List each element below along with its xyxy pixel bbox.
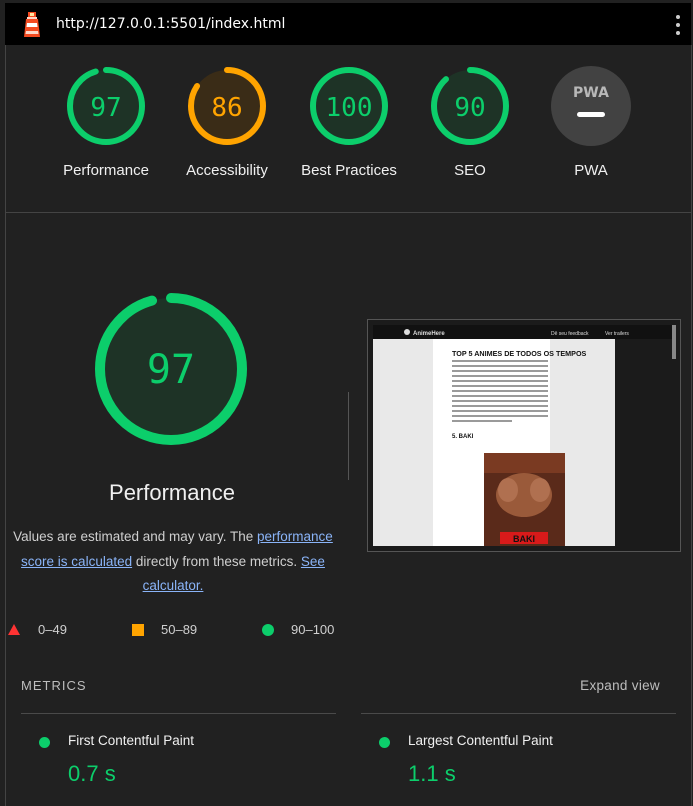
gauge-label: Accessibility (186, 162, 268, 179)
vertical-separator (348, 392, 349, 480)
desc-text-2: directly from these metrics. (132, 553, 301, 569)
pwa-dash-icon (577, 112, 605, 117)
gauge-performance[interactable]: 97 Performance (46, 66, 166, 179)
site-name: AnimeHere (413, 331, 445, 337)
page-screenshot-thumbnail[interactable]: AnimeHere Dê seu feedback Ver trailers T… (367, 319, 681, 552)
expand-view-button[interactable]: Expand view (580, 678, 660, 693)
metric-value: 0.7 s (68, 761, 116, 786)
legend-average-label: 50–89 (161, 622, 198, 637)
average-square-icon (132, 623, 144, 636)
gauge-score: 100 (326, 93, 373, 123)
gauge-seo[interactable]: 90 SEO (410, 66, 530, 179)
site-nav-feedback: Dê seu feedback (551, 331, 589, 337)
site-heading: TOP 5 ANIMES DE TODOS OS TEMPOS (452, 349, 587, 358)
section-divider (6, 212, 692, 213)
performance-main-gauge: 97 (95, 293, 247, 445)
legend-pass-label: 90–100 (291, 622, 335, 637)
score-legend: 0–49 50–89 90–100 (0, 622, 693, 642)
kebab-menu-icon[interactable] (675, 15, 681, 35)
metric-value: 1.1 s (408, 761, 456, 786)
url-text[interactable]: http://127.0.0.1:5501/index.html (56, 16, 285, 32)
gauge-ring: 86 (188, 67, 266, 145)
desc-text: Values are estimated and may vary. The (13, 529, 258, 544)
metrics-divider-right (361, 713, 676, 714)
performance-title: Performance (109, 480, 235, 505)
gauge-score: 86 (211, 93, 242, 123)
gauge-best-practices[interactable]: 100 Best Practices (289, 66, 409, 179)
fail-triangle-icon (8, 624, 20, 635)
screenshot-image: AnimeHere Dê seu feedback Ver trailers T… (368, 320, 680, 551)
metrics-heading: METRICS (21, 678, 87, 693)
gauge-label: PWA (574, 162, 608, 179)
pass-circle-icon (262, 623, 274, 636)
gauge-label: Best Practices (301, 162, 397, 179)
gauge-pwa[interactable]: PWA PWA (531, 66, 651, 179)
site-nav-trailers: Ver trailers (605, 331, 629, 337)
main-gauge-score: 97 (147, 347, 195, 393)
pass-circle-icon (39, 737, 50, 748)
site-section-heading: 5. BAKI (452, 434, 474, 440)
gauge-score: 90 (454, 93, 485, 123)
gauge-ring: 100 (310, 67, 388, 145)
pwa-badge-text: PWA (573, 85, 609, 101)
metric-name: Largest Contentful Paint (408, 733, 553, 748)
category-gauges: 97 Performance 86 Accessibility 100 Best… (0, 66, 693, 196)
pass-circle-icon (379, 737, 390, 748)
pwa-badge: PWA (551, 66, 631, 146)
browser-bar: http://127.0.0.1:5501/index.html (5, 3, 691, 45)
gauge-score: 97 (90, 93, 121, 123)
lighthouse-icon (24, 12, 40, 37)
metrics-divider-left (21, 713, 336, 714)
site-logo-icon (404, 329, 410, 335)
pwa-badge-bg (551, 66, 631, 146)
gauge-accessibility[interactable]: 86 Accessibility (167, 66, 287, 179)
poster-title: BAKI (513, 534, 535, 544)
legend-fail: 0–49 (8, 622, 67, 637)
screenshot-scrollbar (672, 325, 676, 359)
metric-name: First Contentful Paint (68, 733, 195, 748)
performance-description: Values are estimated and may vary. The p… (8, 525, 338, 599)
gauge-label: Performance (63, 162, 149, 179)
gauge-ring: 97 (67, 67, 145, 145)
legend-pass: 90–100 (262, 622, 334, 637)
legend-average: 50–89 (132, 622, 197, 637)
gauge-ring: 90 (431, 67, 509, 145)
gauge-label: SEO (454, 162, 486, 179)
legend-fail-label: 0–49 (38, 622, 67, 637)
